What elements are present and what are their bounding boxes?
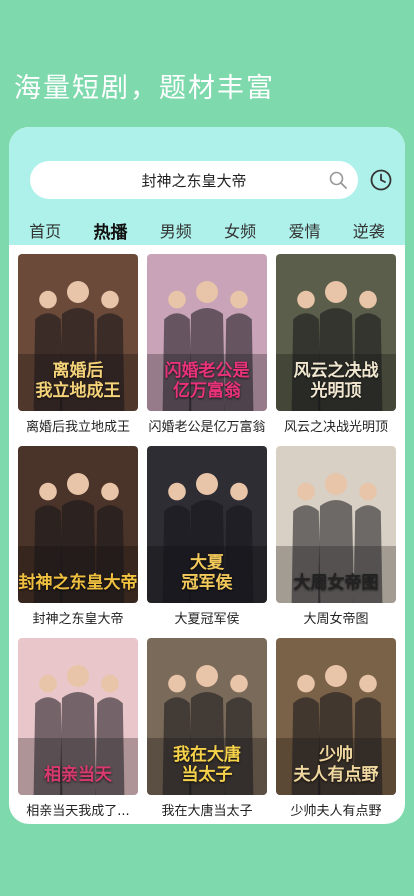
poster-title-art: 大夏 冠军侯 bbox=[181, 553, 233, 593]
drama-title[interactable]: 风云之决战光明顶 bbox=[276, 416, 396, 435]
poster-title-art: 我在大唐 当太子 bbox=[173, 745, 241, 785]
drama-title[interactable]: 少帅夫人有点野 bbox=[276, 800, 396, 819]
drama-card[interactable]: 少帅 夫人有点野少帅夫人有点野 bbox=[276, 638, 396, 819]
tab-2[interactable]: 男频 bbox=[160, 218, 192, 242]
drama-poster[interactable]: 大周女帝图 bbox=[276, 446, 396, 603]
drama-card[interactable]: 相亲当天相亲当天我成了... bbox=[18, 638, 138, 819]
drama-poster[interactable]: 我在大唐 当太子 bbox=[147, 638, 267, 795]
poster-title-art: 闪婚老公是 亿万富翁 bbox=[164, 361, 250, 401]
app-screen-mockup: 封神之东皇大帝 首页 热播 男频 女频 爱情 逆袭 离婚后 我立地成王 离婚后我立地成王 闪婚… bbox=[9, 127, 405, 824]
hero-title: 海量短剧，题材丰富 bbox=[14, 73, 275, 104]
search-bar[interactable]: 封神之东皇大帝 bbox=[30, 161, 358, 199]
drama-card[interactable]: 我在大唐 当太子我在大唐当太子 bbox=[147, 638, 267, 819]
tab-4[interactable]: 爱情 bbox=[288, 218, 320, 242]
drama-card[interactable]: 闪婚老公是 亿万富翁闪婚老公是亿万富翁 bbox=[147, 254, 267, 435]
poster-title-art: 风云之决战 光明顶 bbox=[293, 361, 379, 401]
drama-title[interactable]: 大夏冠军侯 bbox=[147, 608, 267, 627]
drama-card[interactable]: 大周女帝图 大周女帝图 bbox=[276, 446, 396, 627]
drama-title[interactable]: 离婚后我立地成王 bbox=[18, 416, 138, 435]
drama-poster[interactable]: 封神之东皇大帝 bbox=[18, 446, 138, 603]
tab-5[interactable]: 逆袭 bbox=[353, 218, 385, 242]
drama-poster[interactable]: 少帅 夫人有点野 bbox=[276, 638, 396, 795]
drama-card[interactable]: 封神之东皇大帝 封神之东皇大帝 bbox=[18, 446, 138, 627]
drama-title[interactable]: 相亲当天我成了... bbox=[18, 800, 138, 819]
poster-title-art: 少帅 夫人有点野 bbox=[293, 745, 379, 785]
drama-title[interactable]: 闪婚老公是亿万富翁 bbox=[147, 416, 267, 435]
poster-title-art: 封神之东皇大帝 bbox=[18, 573, 138, 593]
category-tabs: 首页 热播 男频 女频 爱情 逆袭 bbox=[9, 215, 405, 245]
drama-title[interactable]: 封神之东皇大帝 bbox=[18, 608, 138, 627]
search-input[interactable]: 封神之东皇大帝 bbox=[141, 170, 246, 191]
poster-title-art: 离婚后 我立地成王 bbox=[35, 361, 121, 401]
drama-card[interactable]: 离婚后 我立地成王离婚后我立地成王 bbox=[18, 254, 138, 435]
drama-poster[interactable]: 大夏 冠军侯 bbox=[147, 446, 267, 603]
poster-title-art: 大周女帝图 bbox=[293, 573, 379, 593]
drama-poster[interactable]: 相亲当天 bbox=[18, 638, 138, 795]
tab-0[interactable]: 首页 bbox=[29, 218, 61, 242]
drama-title[interactable]: 我在大唐当太子 bbox=[147, 800, 267, 819]
search-icon[interactable] bbox=[328, 170, 348, 190]
poster-title-art: 相亲当天 bbox=[44, 765, 112, 785]
tab-3[interactable]: 女频 bbox=[224, 218, 256, 242]
drama-card[interactable]: 风云之决战 光明顶风云之决战光明顶 bbox=[276, 254, 396, 435]
drama-poster[interactable]: 闪婚老公是 亿万富翁 bbox=[147, 254, 267, 411]
history-icon[interactable] bbox=[369, 168, 393, 192]
drama-poster[interactable]: 风云之决战 光明顶 bbox=[276, 254, 396, 411]
drama-grid: 离婚后 我立地成王 离婚后我立地成王 闪婚老公是 亿万富翁 闪婚老公是亿万富翁 风云之决… bbox=[18, 254, 396, 819]
drama-poster[interactable]: 离婚后 我立地成王 bbox=[18, 254, 138, 411]
drama-card[interactable]: 大夏 冠军侯大夏冠军侯 bbox=[147, 446, 267, 627]
tab-1[interactable]: 热播 bbox=[93, 218, 127, 243]
drama-title[interactable]: 大周女帝图 bbox=[276, 608, 396, 627]
